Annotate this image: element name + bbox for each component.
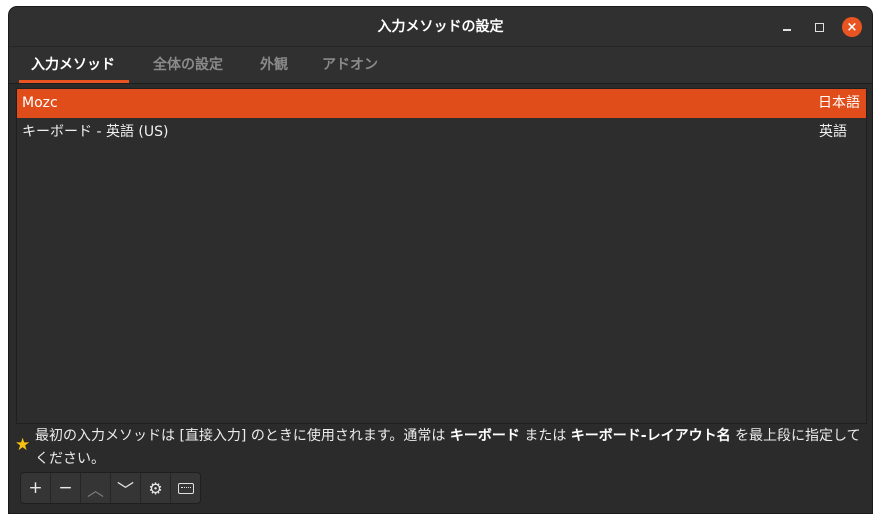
keyboard-layout-button[interactable] (171, 473, 200, 503)
maximize-button[interactable] (809, 17, 829, 37)
list-toolbar: + − ︿ ﹀ ⚙ (20, 472, 201, 504)
title-bar: 入力メソッドの設定 × (9, 7, 872, 47)
input-method-language: 日本語 (818, 95, 860, 111)
list-item[interactable]: キーボード - 英語 (US) 英語 (17, 118, 866, 147)
plus-icon: + (28, 478, 43, 498)
tab-appearance[interactable]: 外観 (260, 47, 288, 83)
tab-input-method[interactable]: 入力メソッド (19, 47, 129, 83)
chevron-down-icon: ﹀ (117, 480, 134, 501)
input-method-name: キーボード - 英語 (US) (22, 124, 169, 140)
add-button[interactable]: + (21, 473, 51, 503)
input-method-language: 英語 (819, 124, 847, 140)
tab-addons[interactable]: アドオン (322, 47, 378, 83)
remove-button[interactable]: − (51, 473, 81, 503)
tab-global-config[interactable]: 全体の設定 (153, 47, 223, 83)
close-button[interactable]: × (842, 17, 862, 37)
hint-text: 最初の入力メソッドは [直接入力] のときに使用されます。通常は キーボード ま… (16, 425, 866, 471)
minimize-icon (783, 29, 791, 31)
hint-message: ★ 最初の入力メソッドは [直接入力] のときに使用されます。通常は キーボード… (15, 425, 866, 471)
tab-bar: 入力メソッド 全体の設定 外観 アドオン (9, 47, 872, 84)
hint-text-part: または (519, 428, 571, 444)
gear-icon: ⚙ (148, 478, 163, 498)
minimize-button[interactable] (777, 17, 797, 37)
hint-bold-layout: キーボード-レイアウト名 (570, 428, 731, 444)
configure-button[interactable]: ⚙ (141, 473, 171, 503)
keyboard-icon (177, 482, 194, 494)
hint-text-part: 最初の入力メソッドは [直接入力] のときに使用されます。通常は (35, 428, 450, 444)
chevron-up-icon: ︿ (87, 480, 104, 501)
move-down-button[interactable]: ﹀ (111, 473, 141, 503)
maximize-icon (814, 22, 824, 32)
input-method-name: Mozc (22, 95, 58, 111)
input-method-list[interactable]: Mozc 日本語 キーボード - 英語 (US) 英語 (16, 88, 867, 424)
close-icon: × (846, 19, 858, 35)
input-method-config-window: 入力メソッドの設定 × 入力メソッド 全体の設定 外観 アドオン Mozc 日本… (9, 7, 872, 513)
move-up-button[interactable]: ︿ (81, 473, 111, 503)
star-icon: ★ (15, 435, 31, 455)
list-item[interactable]: Mozc 日本語 (17, 89, 866, 118)
minus-icon: − (58, 478, 73, 498)
window-title: 入力メソッドの設定 (377, 19, 504, 35)
hint-bold-keyboard: キーボード (449, 428, 520, 444)
